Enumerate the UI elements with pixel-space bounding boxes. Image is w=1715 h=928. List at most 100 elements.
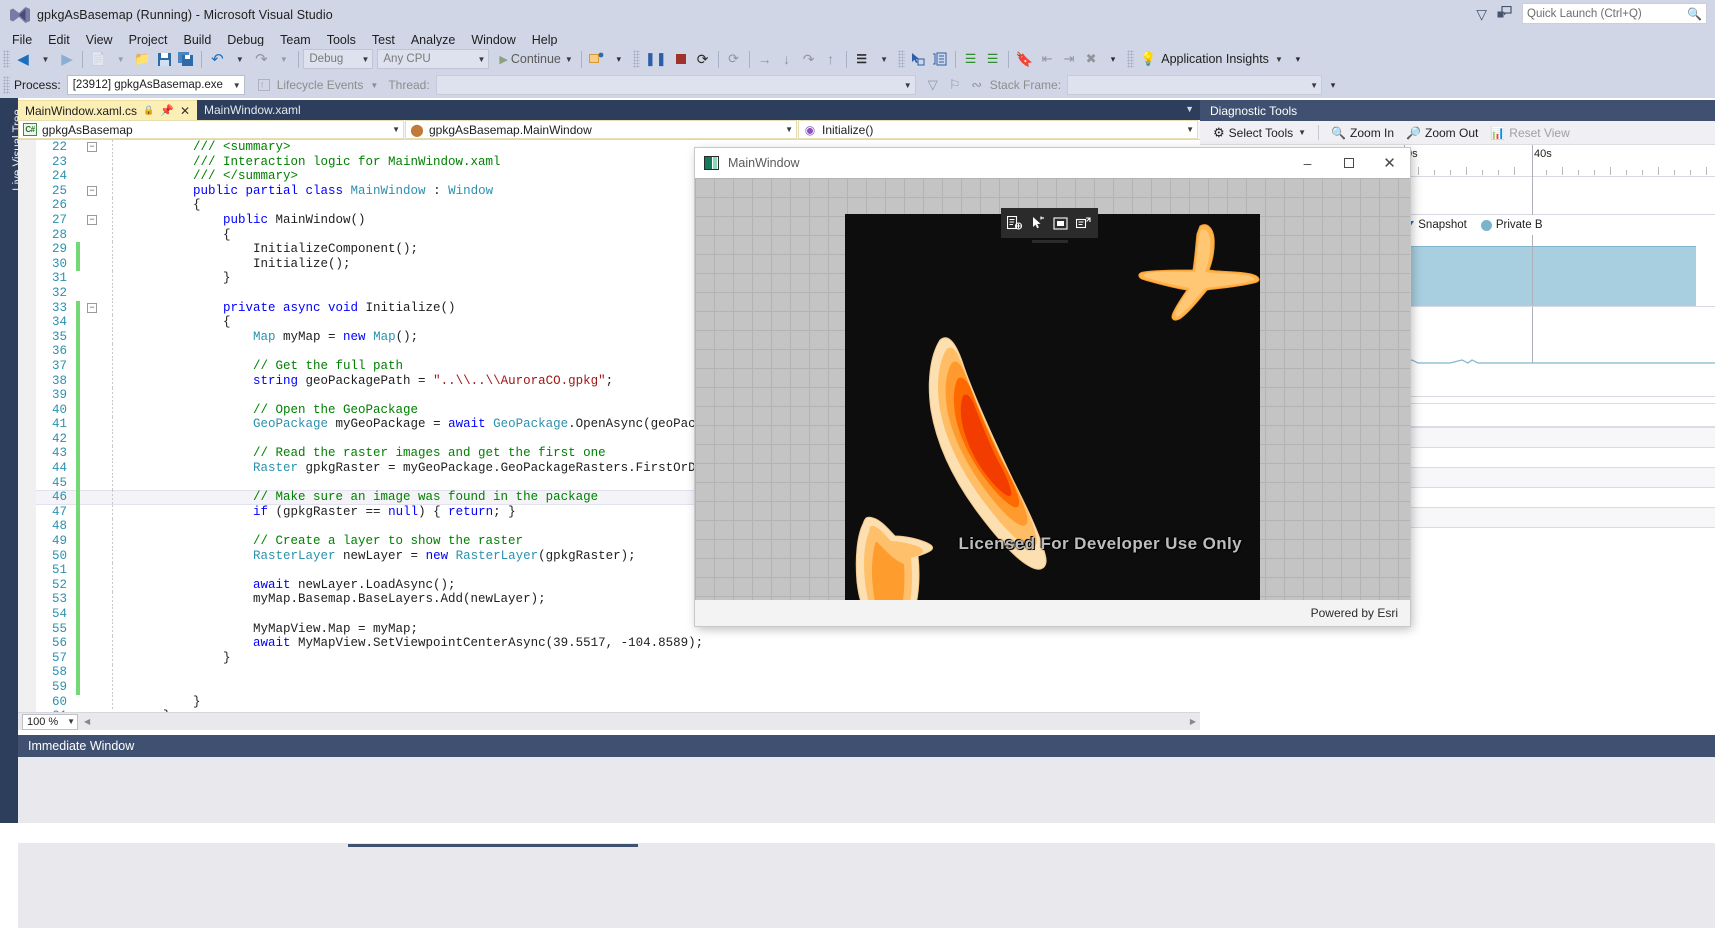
stack-frame-select[interactable]: ▼ <box>1067 75 1323 95</box>
solution-configuration-select[interactable]: Debug ▼ <box>303 49 374 69</box>
editor-zoom-select[interactable]: 100 % ▼ <box>22 713 78 730</box>
outlining-margin[interactable] <box>80 257 106 272</box>
minimize-icon[interactable]: ‒ <box>1287 148 1328 178</box>
map-floating-toolbar[interactable] <box>1001 208 1098 243</box>
select-tools-button[interactable]: ⚙ Select Tools ▼ <box>1208 123 1311 143</box>
outlining-margin[interactable] <box>80 680 106 695</box>
restart-icon[interactable]: ⟳ <box>692 48 714 70</box>
code-line[interactable]: 59 <box>36 679 1200 695</box>
save-icon[interactable] <box>153 48 175 70</box>
navbar-type-select[interactable]: ⬤ gpkgAsBasemap.MainWindow ▼ <box>405 120 797 139</box>
new-item-dropdown-icon[interactable]: ▼ <box>109 48 131 70</box>
outlining-margin[interactable] <box>80 388 106 403</box>
outlining-margin[interactable] <box>80 359 106 374</box>
collapse-icon[interactable]: − <box>87 185 97 196</box>
outlining-margin[interactable] <box>80 578 106 593</box>
new-item-icon[interactable]: 📄 <box>87 48 109 70</box>
editor-indicator-margin[interactable] <box>18 140 36 712</box>
navigate-back-icon[interactable]: ◀ <box>12 48 34 70</box>
lifecycle-events-icon[interactable]: f <box>253 74 275 96</box>
outlining-margin[interactable] <box>80 695 106 710</box>
outlining-margin[interactable] <box>80 344 106 359</box>
close-icon[interactable]: ✕ <box>180 104 190 118</box>
send-feedback-icon[interactable] <box>1497 5 1512 21</box>
lifecycle-events-label[interactable]: Lifecycle Events <box>277 78 364 92</box>
redo-icon[interactable]: ↷ <box>250 48 272 70</box>
undo-icon[interactable]: ↶ <box>206 48 228 70</box>
toggle-bookmark-icon[interactable]: 🔖 <box>1013 48 1036 70</box>
hexadecimal-display-icon[interactable]: ☰ <box>851 48 873 70</box>
toolbar-grip-2[interactable] <box>632 50 640 68</box>
map-view[interactable]: Licensed For Developer Use Only <box>845 214 1260 608</box>
scroll-left-icon[interactable]: ◀ <box>84 717 90 726</box>
outlining-margin[interactable] <box>80 534 106 549</box>
debugbar-grip[interactable] <box>3 76 10 94</box>
break-all-icon[interactable]: ❚❚ <box>642 48 670 70</box>
outlining-margin[interactable] <box>80 417 106 432</box>
thread-select[interactable]: ▼ <box>435 75 916 95</box>
feedback-funnel-icon[interactable]: ▽ <box>1476 7 1487 21</box>
toolbar-grip[interactable] <box>3 50 10 68</box>
collapse-icon[interactable]: − <box>87 214 97 225</box>
outlining-margin[interactable] <box>80 271 106 286</box>
quick-launch-input[interactable]: Quick Launch (Ctrl+Q) 🔍 <box>1522 3 1707 24</box>
outlining-margin[interactable] <box>80 286 106 301</box>
pointer-select-icon[interactable] <box>1026 210 1049 236</box>
tab-mainwindow-xaml-cs[interactable]: MainWindow.xaml.cs 🔒 📌 ✕ <box>18 100 198 120</box>
outlining-margin[interactable] <box>80 330 106 345</box>
next-bookmark-icon[interactable]: ⇥ <box>1058 48 1080 70</box>
zoom-out-button[interactable]: 🔎 Zoom Out <box>1401 123 1483 143</box>
comment-selection-icon[interactable] <box>929 48 951 70</box>
outlining-margin[interactable]: − <box>80 140 106 155</box>
outlining-margin[interactable] <box>80 446 106 461</box>
outlining-margin[interactable] <box>80 242 106 257</box>
decrease-indent-icon[interactable]: ☰ <box>982 48 1004 70</box>
toolbar-grip-3[interactable] <box>897 50 905 68</box>
tab-overflow-chevron-icon[interactable]: ▼ <box>1185 104 1194 114</box>
map-toolbar-drag-handle[interactable] <box>1032 240 1068 243</box>
step-out-icon-a[interactable]: ↷ <box>798 48 820 70</box>
pin-icon[interactable]: 📌 <box>160 104 174 117</box>
outlining-margin[interactable] <box>80 592 106 607</box>
outlining-margin[interactable] <box>80 563 106 578</box>
snapshot-element-icon[interactable] <box>1072 210 1095 236</box>
code-line[interactable]: 56 await MyMapView.SetViewpointCenterAsy… <box>36 636 1200 651</box>
increase-indent-icon[interactable]: ☰ <box>960 48 982 70</box>
collapse-icon[interactable]: − <box>87 302 97 313</box>
mainwindow-app-window[interactable]: MainWindow ‒ ✕ Licensed For Developer Us… <box>695 148 1410 626</box>
solution-platform-select[interactable]: Any CPU ▼ <box>377 49 490 69</box>
outlining-margin[interactable] <box>80 198 106 213</box>
outlining-margin[interactable]: − <box>80 301 106 316</box>
step-into-icon[interactable]: ↓ <box>776 48 798 70</box>
navigate-back-dropdown-icon[interactable]: ▼ <box>34 48 56 70</box>
application-insights-button[interactable]: 💡 Application Insights ▼ <box>1136 51 1287 67</box>
hex-dropdown-icon[interactable]: ▼ <box>873 48 895 70</box>
show-next-statement-icon[interactable]: ⟳ <box>723 48 745 70</box>
live-visual-tree-rail[interactable]: Live Visual Tree <box>0 98 24 823</box>
bookmark-overflow-icon[interactable]: ▾ <box>1102 48 1124 70</box>
code-line[interactable]: 57 } <box>36 650 1200 666</box>
close-icon[interactable]: ✕ <box>1369 148 1410 178</box>
code-line[interactable]: 60 } <box>36 694 1200 710</box>
navbar-project-select[interactable]: C# gpkgAsBasemap ▼ <box>18 120 404 139</box>
process-select[interactable]: [23912] gpkgAsBasemap.exe ▼ <box>66 75 245 95</box>
outlining-margin[interactable] <box>80 549 106 564</box>
outlining-margin[interactable] <box>80 636 106 651</box>
scroll-right-icon[interactable]: ▶ <box>1190 717 1196 726</box>
lifecycle-chevron-down-icon[interactable]: ▼ <box>370 81 378 90</box>
toolbar-overflow-icon[interactable]: ▾ <box>608 48 630 70</box>
outlining-margin[interactable] <box>80 432 106 447</box>
outlining-margin[interactable] <box>80 461 106 476</box>
maximize-icon[interactable] <box>1328 148 1369 178</box>
outlining-margin[interactable] <box>80 155 106 170</box>
step-over-icon[interactable]: → <box>754 48 776 70</box>
toolbar-grip-4[interactable] <box>1127 50 1135 68</box>
frame-icon[interactable] <box>1049 210 1072 236</box>
debugbar-overflow-icon[interactable]: ▾ <box>1322 74 1344 96</box>
bottom-tool-window-tab[interactable] <box>348 844 638 847</box>
save-all-icon[interactable] <box>175 48 197 70</box>
open-file-icon[interactable]: 📁 <box>131 48 153 70</box>
step-out-icon[interactable]: ↑ <box>820 48 842 70</box>
attach-to-process-icon[interactable] <box>586 48 608 70</box>
outlining-margin[interactable] <box>80 228 106 243</box>
